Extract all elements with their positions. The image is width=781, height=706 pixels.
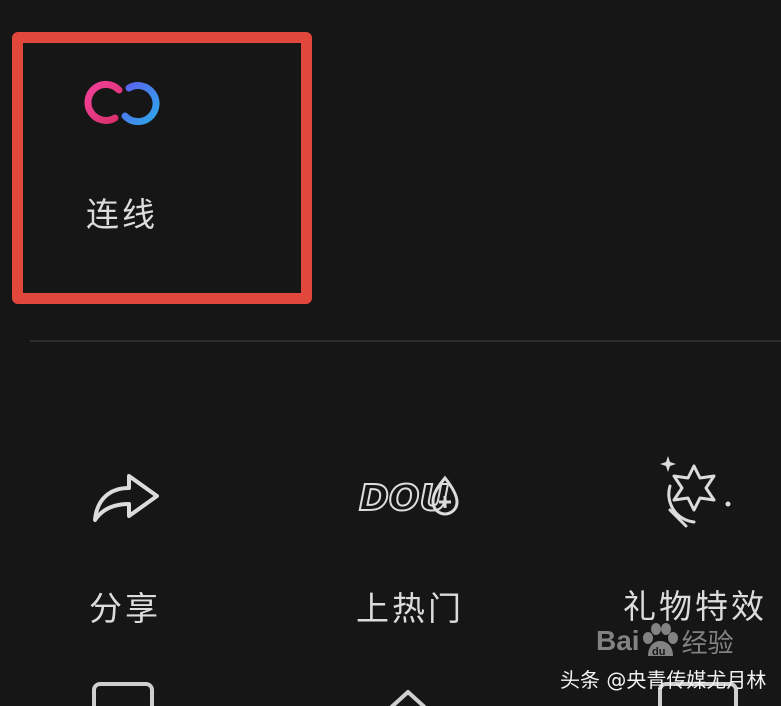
share-label: 分享 xyxy=(89,589,161,628)
share-panel: 连线 分享 DOU 上热门 礼物特效 Bai du 经验 头条 @央青传媒尤月林 xyxy=(0,0,781,706)
link-tile[interactable]: 连线 xyxy=(62,70,182,236)
baidu-prefix: Bai xyxy=(596,625,640,656)
partial-icon-left[interactable] xyxy=(92,682,154,706)
dou-text: DOU xyxy=(359,478,449,519)
link-label: 连线 xyxy=(86,195,158,234)
boost-button[interactable]: DOU 上热门 xyxy=(340,458,480,630)
baidu-watermark: Bai du 经验 xyxy=(596,622,734,660)
share-button[interactable]: 分享 xyxy=(60,458,190,630)
toutiao-watermark: 头条 @央青传媒尤月林 xyxy=(560,668,767,692)
baidu-suffix: 经验 xyxy=(681,627,734,658)
baidu-du: du xyxy=(652,646,665,658)
gift-effect-icon xyxy=(660,456,731,528)
baidu-paw-icon: du xyxy=(642,623,678,658)
link-rings-icon xyxy=(84,80,160,126)
gift-effect-button[interactable]: 礼物特效 xyxy=(620,452,770,628)
section-divider xyxy=(30,340,781,342)
boost-label: 上热门 xyxy=(356,589,464,628)
partial-icon-middle[interactable] xyxy=(378,682,438,706)
gift-effect-label: 礼物特效 xyxy=(623,587,767,626)
share-arrow-icon xyxy=(93,474,159,522)
dou-plus-icon: DOU xyxy=(358,475,459,520)
